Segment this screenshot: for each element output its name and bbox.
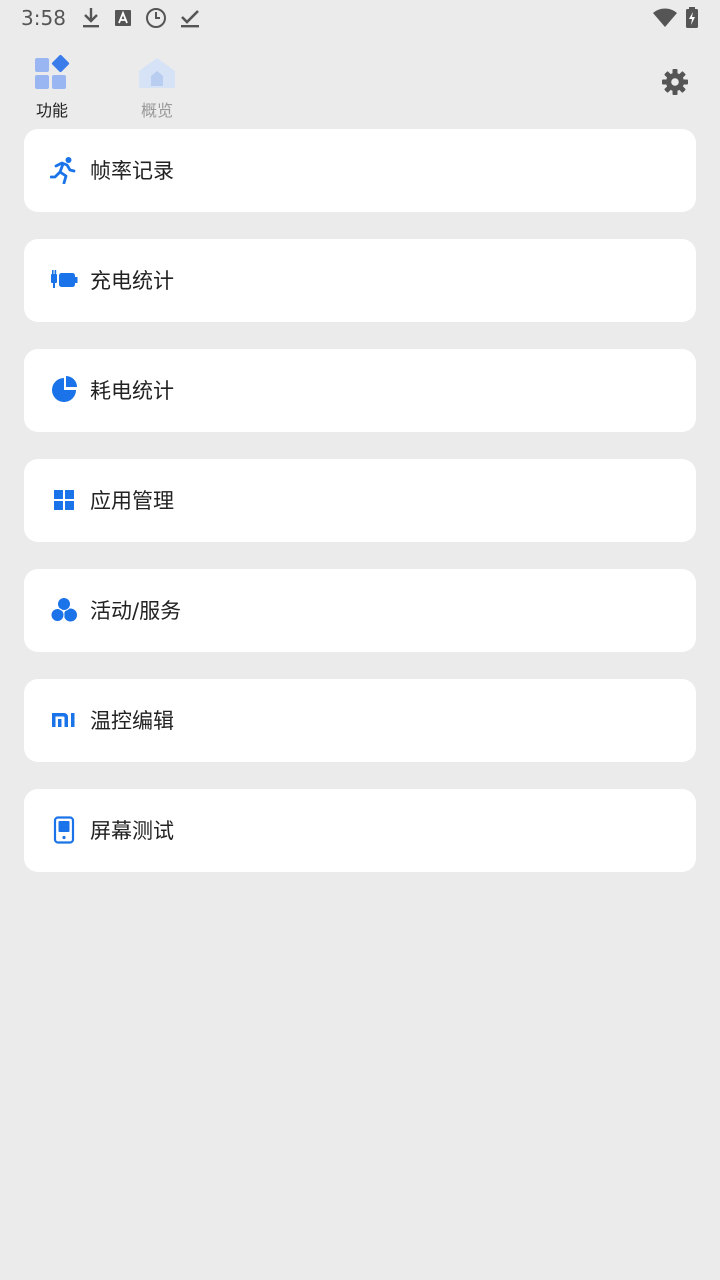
tab-functions[interactable]: 功能 (12, 48, 92, 120)
menu-item-charging-stats[interactable]: 充电统计 (24, 239, 696, 322)
top-nav: 功能 概览 (0, 44, 720, 122)
plug-battery-icon (51, 270, 78, 288)
clock-icon (146, 8, 166, 28)
tab-functions-label: 功能 (35, 101, 68, 120)
grid-diamond-icon (35, 54, 70, 89)
menu-item-app-management[interactable]: 应用管理 (24, 459, 696, 542)
menu-item-label: 温控编辑 (90, 709, 174, 733)
gear-icon[interactable] (659, 66, 691, 98)
menu-item-thermal-editor[interactable]: 温控编辑 (24, 679, 696, 762)
tab-overview[interactable]: 概览 (117, 48, 197, 120)
menu-item-activities-services[interactable]: 活动/服务 (24, 569, 696, 652)
running-icon (50, 157, 76, 184)
menu-item-power-usage[interactable]: 耗电统计 (24, 349, 696, 432)
wifi-icon (653, 8, 677, 27)
apps-grid-icon (54, 490, 74, 510)
tab-overview-label: 概览 (140, 101, 173, 120)
pie-chart-icon (52, 376, 77, 402)
text-a-icon (115, 10, 131, 26)
download-icon (83, 8, 99, 28)
check-icon (181, 10, 199, 28)
menu-item-label: 帧率记录 (90, 159, 174, 183)
status-bar: 3:58 (0, 0, 720, 38)
phone-screen-icon (53, 816, 75, 844)
home-icon (139, 58, 175, 88)
menu-item-screen-test[interactable]: 屏幕测试 (24, 789, 696, 872)
menu-item-label: 耗电统计 (90, 379, 174, 403)
menu-item-label: 应用管理 (90, 489, 174, 513)
mi-logo-icon (52, 713, 75, 727)
status-time: 3:58 (21, 6, 66, 30)
menu-item-label: 屏幕测试 (90, 819, 174, 843)
menu-item-frame-rate[interactable]: 帧率记录 (24, 129, 696, 212)
battery-charging-icon (686, 7, 698, 28)
menu-item-label: 充电统计 (90, 269, 174, 293)
menu-item-label: 活动/服务 (90, 599, 182, 623)
menu-list: 帧率记录 充电统计 耗电统计 应用管理 活动/服务 温控编辑 屏幕测试 (24, 129, 696, 899)
three-circles-icon (50, 597, 77, 622)
